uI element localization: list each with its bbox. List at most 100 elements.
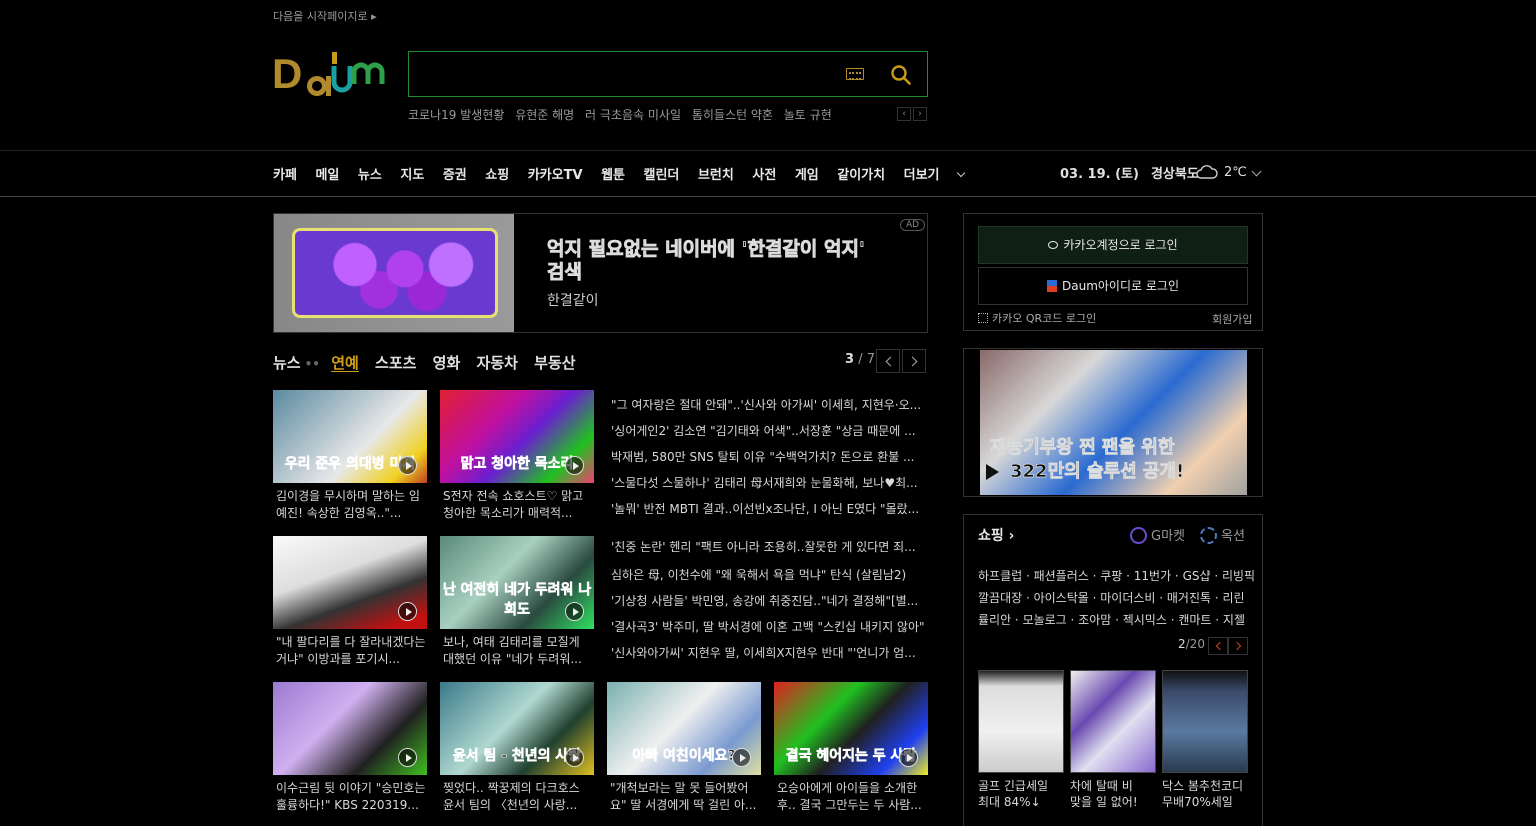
kakao-login-button[interactable]: 카카오계정으로 로그인 [978,226,1248,264]
news-card[interactable]: 우리 준우 의대병 미져 김이경을 무시하며 말하는 임예진! 속상한 김영옥.… [273,390,427,522]
nav-item-dictionary[interactable]: 사전 [752,168,776,183]
promo-banner[interactable]: 재능기부왕 찐 팬을 위한 322만의 슬루션 공개! [963,348,1263,497]
trend-keyword[interactable]: 러 극초음속 미사일 [585,108,681,122]
shopping-prev-button[interactable] [1208,637,1228,655]
weather-widget[interactable]: 03. 19. (토) 경상북도 [1060,163,1199,182]
product-caption[interactable]: 골프 긴급세일 최대 84%↓ [978,778,1064,810]
product-caption[interactable]: 닥스 봄추천코디 무배70%세일 [1162,778,1248,810]
ad-title[interactable]: 억지 필요없는 네이버에 '한결같이 억지' 검색 [547,238,887,284]
news-prev-button[interactable] [876,349,900,373]
search-input[interactable] [408,51,928,97]
news-card[interactable]: 결국 헤어지는 두 사람 오승아에게 아이들을 소개한 후.. 결국 그만두는 … [774,682,928,814]
tab-sports[interactable]: 스포츠 [375,354,416,372]
nav-item-webtoon[interactable]: 웹툰 [601,168,625,183]
product-image[interactable] [978,670,1064,773]
nav-item-more[interactable]: 더보기 [904,168,965,183]
nav-item-stock[interactable]: 증권 [443,168,467,183]
nav-item-brunch[interactable]: 브런치 [698,168,734,183]
shopping-next-button[interactable] [1228,637,1248,655]
news-card[interactable]: 윤서 팀 - 천년의 사랑 찢었다.. 짝꿍제의 다크호스 윤서 팀의 〈천년의… [440,682,594,814]
chevron-down-icon [956,168,965,178]
gmarket-link[interactable]: G마켓 [1130,525,1185,544]
play-icon [565,456,584,475]
product-card[interactable]: 닥스 봄추천코디 무배70%세일 [1162,670,1248,810]
tab-realestate[interactable]: 부동산 [534,354,575,372]
headline-link[interactable]: '싱어게인2' 김소연 "김기태와 어색"..서장훈 "상금 때문에 ... [611,422,928,439]
shopping-title[interactable]: 쇼핑 › [978,525,1014,545]
product-image[interactable] [1162,670,1248,773]
chevron-down-icon[interactable] [1251,166,1262,177]
tab-movie[interactable]: 영화 [433,354,461,372]
news-caption[interactable]: 오승아에게 아이들을 소개한 후.. 결국 그만두는 두 사람... [774,780,928,814]
news-card[interactable]: 난 여전히 네가 두려워 나희도 보나, 여태 김태리를 모질게 대했던 이유 … [440,536,594,668]
nav-item-game[interactable]: 게임 [795,168,819,183]
nav-item-together[interactable]: 같이가치 [837,168,885,183]
news-card[interactable]: 이수근림 뒷 이야기 "승민호는 훌륭하다!" KBS 220319... [273,682,427,814]
headline-link[interactable]: "그 여자랑은 절대 안돼"..'신사와 아가씨' 이세희, 지현우·오... [611,396,928,413]
news-caption[interactable]: "내 팔다리를 다 잘라내겠다는 거냐" 이방과를 포기시... [273,634,427,668]
news-caption[interactable]: 이수근림 뒷 이야기 "승민호는 훌륭하다!" KBS 220319... [273,780,427,814]
news-next-button[interactable] [902,349,926,373]
trend-next-button[interactable]: › [913,107,927,121]
headline-link[interactable]: '스물다섯 스물하나' 김태리 母서재희와 눈물화해, 보나♥최... [611,474,928,491]
nav-item-calendar[interactable]: 캘린더 [644,168,680,183]
ad-banner[interactable]: 억지 필요없는 네이버에 '한결같이 억지' 검색 한결같이 AD [273,213,928,333]
trend-keyword[interactable]: 톰히들스턴 약혼 [692,108,773,122]
news-thumbnail[interactable] [273,682,427,775]
headline-link[interactable]: '신사와아가씨' 지현우 딸, 이세희X지현우 반대 "'언니가 엄... [611,644,928,661]
news-thumbnail[interactable]: 결국 헤어지는 두 사람 [774,682,928,775]
shop-links-row[interactable]: 깔끔대장 · 아이스탁몰 · 마이더스비 · 매거진톡 · 리린 [978,589,1245,606]
promo-video-thumbnail[interactable]: 재능기부왕 찐 팬을 위한 322만의 슬루션 공개! [980,350,1247,495]
news-caption[interactable]: 보나, 여태 김태리를 모질게 대했던 이유 "네가 두려워... [440,634,594,668]
headline-link[interactable]: 심하은 母, 이천수에 "왜 욱해서 욕을 먹냐" 탄식 (살림남2) [611,566,928,583]
product-image[interactable] [1070,670,1156,773]
product-caption[interactable]: 차에 탈때 비 맞을 일 없어! [1070,778,1156,810]
shop-links-row[interactable]: 하프클럽 · 패션플러스 · 쿠팡 · 11번가 · GS샵 · 리빙픽 [978,567,1255,584]
divider [0,196,1536,197]
news-thumbnail[interactable]: 윤서 팀 - 천년의 사랑 [440,682,594,775]
product-card[interactable]: 골프 긴급세일 최대 84%↓ [978,670,1064,810]
headline-link[interactable]: '결사곡3' 박주미, 딸 박서경에 이혼 고백 "스킨십 내키지 않아" [611,618,928,635]
nav-item-cafe[interactable]: 카페 [273,168,297,183]
search-icon[interactable] [890,64,912,86]
start-page-link[interactable]: 다음을 시작페이지로 ▸ [273,8,377,24]
tab-car[interactable]: 자동차 [477,354,518,372]
tab-news[interactable]: 뉴스 [273,354,301,372]
nav-item-shopping[interactable]: 쇼핑 [485,168,509,183]
headline-link[interactable]: '기상청 사람들' 박민영, 송강에 취중진담.."네가 결정해"[별... [611,592,928,609]
news-thumbnail[interactable] [273,536,427,629]
news-card[interactable]: 아빠 여친이세요? "개척보라는 말 못 들어봤어요" 딸 서경에게 딱 걸린 … [607,682,761,814]
news-thumbnail[interactable]: 아빠 여친이세요? [607,682,761,775]
trend-prev-button[interactable]: ‹ [897,107,911,121]
play-icon[interactable] [986,464,999,480]
trend-keyword[interactable]: 유현준 해명 [515,108,574,122]
news-card[interactable]: "내 팔다리를 다 잘라내겠다는 거냐" 이방과를 포기시... [273,536,427,668]
news-thumbnail[interactable]: 난 여전히 네가 두려워 나희도 [440,536,594,629]
headline-link[interactable]: 박재범, 580만 SNS 탈퇴 이유 "수백억가치? 돈으로 환불 ... [611,448,928,465]
nav-item-news[interactable]: 뉴스 [358,168,382,183]
nav-item-map[interactable]: 지도 [400,168,424,183]
headline-link[interactable]: '놀뭐' 반전 MBTI 결과..이선빈x조나단, I 아닌 E였다 "몰랐..… [611,500,928,517]
news-thumbnail[interactable]: 맑고 청아한 목소리 [440,390,594,483]
nav-item-kakaotv[interactable]: 카카오TV [528,168,583,183]
daum-login-button[interactable]: Daum아이디로 로그인 [978,267,1248,305]
headline-link[interactable]: '친중 논란' 헨리 "팩트 아니라 조용히..잘못한 게 있다면 죄... [611,538,928,555]
news-caption[interactable]: S전자 전속 쇼호스트♡ 맑고 청아한 목소리가 매력적... [440,488,594,522]
trend-keyword[interactable]: 코로나19 발생현황 [408,108,504,122]
keyboard-icon[interactable] [846,68,864,80]
news-caption[interactable]: 김이경을 무시하며 말하는 임예진! 속상한 김영옥.."... [273,488,427,522]
signup-link[interactable]: 회원가입 [1212,311,1252,327]
shop-links-row[interactable]: 률리안 · 모놀로그 · 조아맘 · 젝시믹스 · 캔마트 · 지젤 [978,611,1245,628]
nav-item-mail[interactable]: 메일 [315,168,339,183]
trend-keyword[interactable]: 놀토 규현 [784,108,832,122]
product-card[interactable]: 차에 탈때 비 맞을 일 없어! [1070,670,1156,810]
tab-entertainment[interactable]: 연예 [331,354,359,372]
daum-logo[interactable]: D [272,50,390,100]
news-caption[interactable]: "개척보라는 말 못 들어봤어요" 딸 서경에게 딱 걸린 아... [607,780,761,814]
news-caption[interactable]: 찢었다.. 짝꿍제의 다크호스 윤서 팀의 〈천년의 사랑... [440,780,594,814]
auction-link[interactable]: 옥션 [1200,525,1245,544]
news-card[interactable]: 맑고 청아한 목소리 S전자 전속 쇼호스트♡ 맑고 청아한 목소리가 매력적.… [440,390,594,522]
qr-login-link[interactable]: 카카오 QR코드 로그인 [978,310,1096,326]
play-icon [565,602,584,621]
news-thumbnail[interactable]: 우리 준우 의대병 미져 [273,390,427,483]
